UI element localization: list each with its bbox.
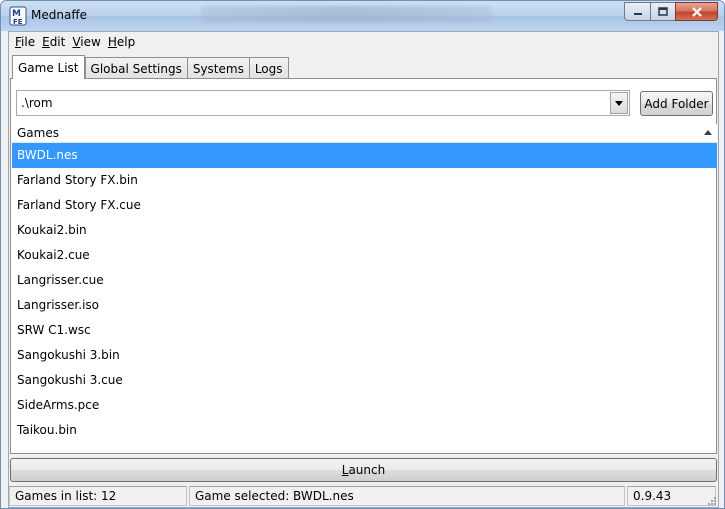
folder-dropdown-button[interactable] <box>610 92 628 114</box>
menu-edit-mnemonic: E <box>42 35 50 49</box>
client-area: File Edit View Help Game List Global Set… <box>8 31 719 508</box>
game-list-item[interactable]: Sangokushi 3.cue <box>12 368 717 393</box>
game-list-item[interactable]: BWDL.nes <box>12 143 717 168</box>
folder-path-value: .\rom <box>21 96 53 110</box>
game-list-item[interactable]: Farland Story FX.bin <box>12 168 717 193</box>
game-list-item[interactable]: Koukai2.cue <box>12 243 717 268</box>
launch-label: aunch <box>348 463 386 477</box>
games-list: BWDL.nes Farland Story FX.bin Farland Stor… <box>12 143 717 453</box>
menu-edit[interactable]: Edit <box>42 35 65 49</box>
menu-file[interactable]: File <box>15 35 35 49</box>
menu-bar: File Edit View Help <box>9 32 718 52</box>
caption-buttons <box>624 2 718 22</box>
tab-game-list[interactable]: Game List <box>12 55 85 79</box>
game-list-panel: .\rom Add Folder Games BWDL.nes Farland S… <box>10 78 717 454</box>
games-column-header[interactable]: Games <box>12 124 717 143</box>
game-list-item[interactable]: Koukai2.bin <box>12 218 717 243</box>
launch-button[interactable]: Launch <box>10 458 717 482</box>
game-list-item[interactable]: Langrisser.cue <box>12 268 717 293</box>
menu-edit-label: dit <box>49 35 66 49</box>
add-folder-button[interactable]: Add Folder <box>640 91 713 116</box>
menu-file-label: ile <box>21 35 36 49</box>
title-bar[interactable]: M FE Mednaffe <box>1 1 724 31</box>
status-game-selected: Game selected: BWDL.nes <box>189 486 625 506</box>
app-window: M FE Mednaffe File Edit View Help Game L… <box>0 0 725 509</box>
sort-ascending-icon <box>704 130 712 135</box>
close-icon <box>691 6 702 17</box>
menu-help[interactable]: Help <box>108 35 135 49</box>
games-column-label: Games <box>17 126 59 140</box>
svg-text:FE: FE <box>13 18 23 26</box>
menu-help-label: elp <box>116 35 136 49</box>
game-list-item[interactable]: SideArms.pce <box>12 393 717 418</box>
folder-path-combo[interactable]: .\rom <box>16 90 630 116</box>
tab-systems[interactable]: Systems <box>186 57 250 79</box>
resize-grip-icon[interactable] <box>706 495 717 506</box>
menu-view-label: iew <box>80 35 101 49</box>
status-bar: Games in list: 12 Game selected: BWDL.ne… <box>9 485 718 507</box>
maximize-icon <box>658 7 668 16</box>
minimize-button[interactable] <box>624 2 650 21</box>
status-games-count: Games in list: 12 <box>9 486 187 506</box>
status-version: 0.9.43 <box>627 486 716 506</box>
mednaffe-app-icon: M FE <box>9 6 27 26</box>
blurred-background-area <box>201 6 491 22</box>
game-list-item[interactable]: SRW C1.wsc <box>12 318 717 343</box>
game-list-item[interactable]: Langrisser.iso <box>12 293 717 318</box>
launch-mnemonic: L <box>341 463 349 477</box>
game-list-item[interactable]: Taikou.bin <box>12 418 717 443</box>
window-title: Mednaffe <box>31 8 87 22</box>
close-button[interactable] <box>675 2 718 21</box>
game-list-item[interactable]: Farland Story FX.cue <box>12 193 717 218</box>
menu-help-mnemonic: H <box>107 35 117 49</box>
tab-strip: Game List Global Settings Systems Logs <box>12 55 289 79</box>
chevron-down-icon <box>615 100 623 106</box>
tab-global-settings[interactable]: Global Settings <box>84 57 188 79</box>
tab-logs[interactable]: Logs <box>248 57 289 79</box>
minimize-icon <box>633 12 642 15</box>
game-list-item[interactable]: Sangokushi 3.bin <box>12 343 717 368</box>
maximize-button[interactable] <box>650 2 675 21</box>
menu-view[interactable]: View <box>72 35 100 49</box>
